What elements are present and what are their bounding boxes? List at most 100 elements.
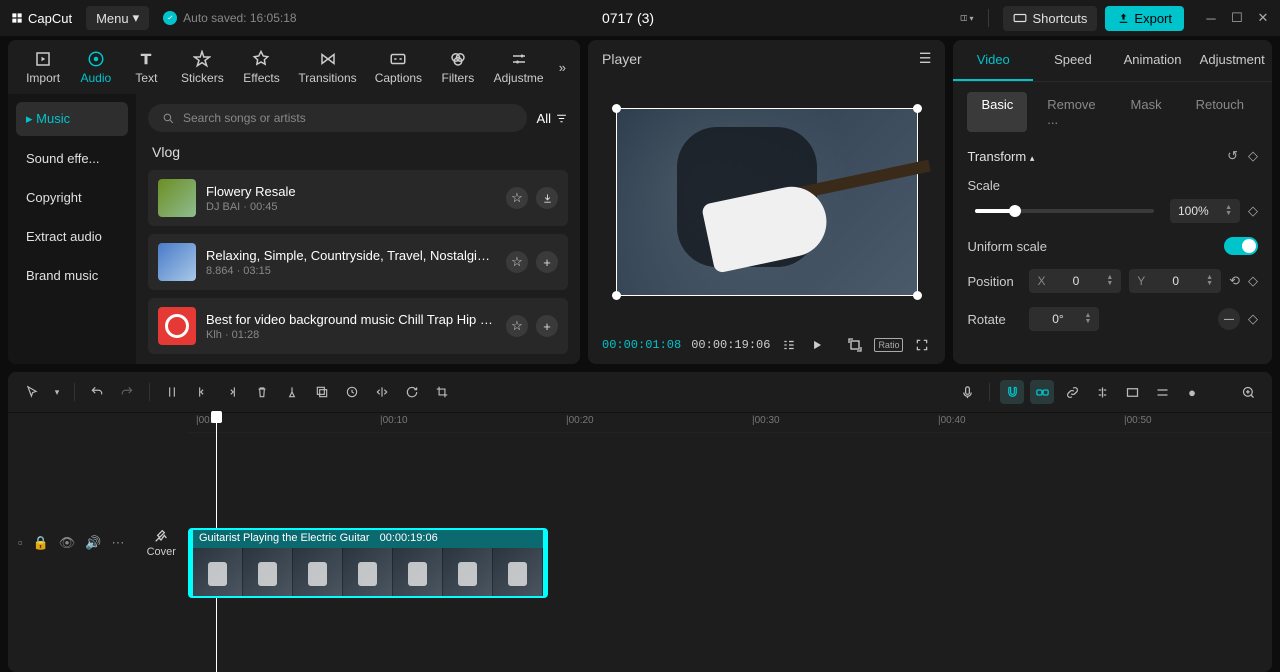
download-button[interactable] xyxy=(536,187,558,209)
resize-handle-tl[interactable] xyxy=(612,104,621,113)
mute-icon[interactable]: 🔊 xyxy=(85,535,101,551)
select-tool[interactable] xyxy=(20,380,44,404)
subtab-remove[interactable]: Remove ... xyxy=(1033,92,1110,132)
cover-button[interactable]: Cover xyxy=(145,528,179,558)
ratio-button[interactable]: Ratio xyxy=(874,338,903,352)
keyframe-icon[interactable]: ◇ xyxy=(1248,273,1258,289)
undo-button[interactable] xyxy=(85,380,109,404)
resize-handle-tr[interactable] xyxy=(913,104,922,113)
keyframe-icon[interactable]: ◇ xyxy=(1248,203,1258,219)
split-right-button[interactable] xyxy=(220,380,244,404)
minimize-button[interactable]: ─ xyxy=(1204,11,1218,25)
link-button[interactable] xyxy=(1030,380,1054,404)
keyframe-icon[interactable]: ◇ xyxy=(1248,148,1258,164)
maximize-button[interactable]: ☐ xyxy=(1230,11,1244,25)
cat-copyright[interactable]: Copyright xyxy=(16,181,128,214)
tab-captions[interactable]: Captions xyxy=(365,50,431,85)
tab-import[interactable]: Import xyxy=(16,50,70,85)
lock-icon[interactable]: 🔒 xyxy=(33,535,49,551)
align-button[interactable] xyxy=(1090,380,1114,404)
timeline-tracks[interactable]: |00:0 |00:10 |00:20 |00:30 |00:40 |00:50… xyxy=(188,413,1272,672)
play-button[interactable] xyxy=(808,336,826,354)
favorite-button[interactable]: ☆ xyxy=(506,187,528,209)
export-button[interactable]: Export xyxy=(1105,6,1184,31)
video-clip[interactable]: Guitarist Playing the Electric Guitar 00… xyxy=(188,528,548,598)
eye-icon[interactable]: 👁 xyxy=(59,535,76,551)
scale-slider[interactable] xyxy=(975,209,1154,213)
tab-audio[interactable]: Audio xyxy=(70,50,121,85)
split-button[interactable] xyxy=(160,380,184,404)
rotate-input[interactable]: 0°▲▼ xyxy=(1029,307,1099,331)
close-button[interactable]: ✕ xyxy=(1256,11,1270,25)
mic-button[interactable] xyxy=(955,380,979,404)
tab-text[interactable]: Text xyxy=(121,50,171,85)
rtab-video[interactable]: Video xyxy=(953,40,1033,81)
add-button[interactable]: + xyxy=(536,251,558,273)
resize-handle-br[interactable] xyxy=(913,291,922,300)
mirror-button[interactable] xyxy=(370,380,394,404)
rtab-adjustment[interactable]: Adjustment xyxy=(1192,40,1272,81)
filter-button[interactable]: All xyxy=(537,111,568,126)
search-input[interactable]: Search songs or artists xyxy=(148,104,527,132)
add-button[interactable]: + xyxy=(536,315,558,337)
subtab-basic[interactable]: Basic xyxy=(967,92,1027,132)
more-icon[interactable]: ⋯ xyxy=(112,535,125,551)
player-viewport[interactable] xyxy=(588,77,945,326)
mirror-button[interactable]: — xyxy=(1218,308,1240,330)
layout-button[interactable]: ▾ xyxy=(960,11,974,25)
reset-icon[interactable]: ⟲ xyxy=(1229,273,1240,289)
tab-effects[interactable]: Effects xyxy=(233,50,289,85)
menu-button[interactable]: Menu ▾ xyxy=(86,6,149,30)
shortcuts-button[interactable]: Shortcuts xyxy=(1003,6,1098,31)
subtab-retouch[interactable]: Retouch xyxy=(1182,92,1258,132)
copy-button[interactable] xyxy=(310,380,334,404)
scale-label: Scale xyxy=(967,178,1258,193)
scale-input[interactable]: 100%▲▼ xyxy=(1170,199,1240,223)
favorite-button[interactable]: ☆ xyxy=(506,315,528,337)
rotate-button[interactable] xyxy=(400,380,424,404)
rtab-animation[interactable]: Animation xyxy=(1113,40,1193,81)
split-left-button[interactable] xyxy=(190,380,214,404)
track-item[interactable]: Relaxing, Simple, Countryside, Travel, N… xyxy=(148,234,568,290)
timeline-ruler[interactable]: |00:0 |00:10 |00:20 |00:30 |00:40 |00:50 xyxy=(188,413,1272,433)
select-dropdown[interactable]: ▾ xyxy=(50,380,64,404)
list-view-icon[interactable] xyxy=(780,336,798,354)
transform-header[interactable]: Transform ▴ xyxy=(967,149,1034,164)
preview-button[interactable] xyxy=(1120,380,1144,404)
marker-button[interactable] xyxy=(280,380,304,404)
cat-sound-effects[interactable]: Sound effe... xyxy=(16,142,128,175)
tab-adjustment[interactable]: Adjustme xyxy=(484,50,552,85)
track-button[interactable] xyxy=(1150,380,1174,404)
zoom-button[interactable]: ● xyxy=(1180,380,1204,404)
cat-extract-audio[interactable]: Extract audio xyxy=(16,220,128,253)
tabs-expand[interactable]: » xyxy=(553,60,572,75)
add-track-icon[interactable]: ▫ xyxy=(18,535,23,551)
reverse-button[interactable] xyxy=(340,380,364,404)
uniform-scale-toggle[interactable] xyxy=(1224,237,1258,255)
keyframe-icon[interactable]: ◇ xyxy=(1248,311,1258,327)
player-menu-icon[interactable]: ☰ xyxy=(919,50,932,67)
position-x-input[interactable]: X0▲▼ xyxy=(1029,269,1121,293)
tab-stickers[interactable]: Stickers xyxy=(171,50,233,85)
resize-handle-bl[interactable] xyxy=(612,291,621,300)
favorite-button[interactable]: ☆ xyxy=(506,251,528,273)
zoom-fit-button[interactable] xyxy=(1236,380,1260,404)
cat-music[interactable]: Music xyxy=(16,102,128,136)
chain-button[interactable] xyxy=(1060,380,1084,404)
tab-filters[interactable]: Filters xyxy=(431,50,484,85)
scale-icon[interactable] xyxy=(846,336,864,354)
subtab-mask[interactable]: Mask xyxy=(1117,92,1176,132)
cat-brand-music[interactable]: Brand music xyxy=(16,259,128,292)
track-item[interactable]: Best for video background music Chill Tr… xyxy=(148,298,568,354)
track-item[interactable]: Flowery Resale DJ BAI · 00:45 ☆ xyxy=(148,170,568,226)
preview-canvas[interactable] xyxy=(616,108,918,296)
delete-button[interactable] xyxy=(250,380,274,404)
reset-icon[interactable]: ↺ xyxy=(1227,148,1238,164)
crop-button[interactable] xyxy=(430,380,454,404)
magnet-button[interactable] xyxy=(1000,380,1024,404)
redo-button[interactable] xyxy=(115,380,139,404)
position-y-input[interactable]: Y0▲▼ xyxy=(1129,269,1221,293)
tab-transitions[interactable]: Transitions xyxy=(290,50,366,85)
fullscreen-button[interactable] xyxy=(913,336,931,354)
rtab-speed[interactable]: Speed xyxy=(1033,40,1113,81)
